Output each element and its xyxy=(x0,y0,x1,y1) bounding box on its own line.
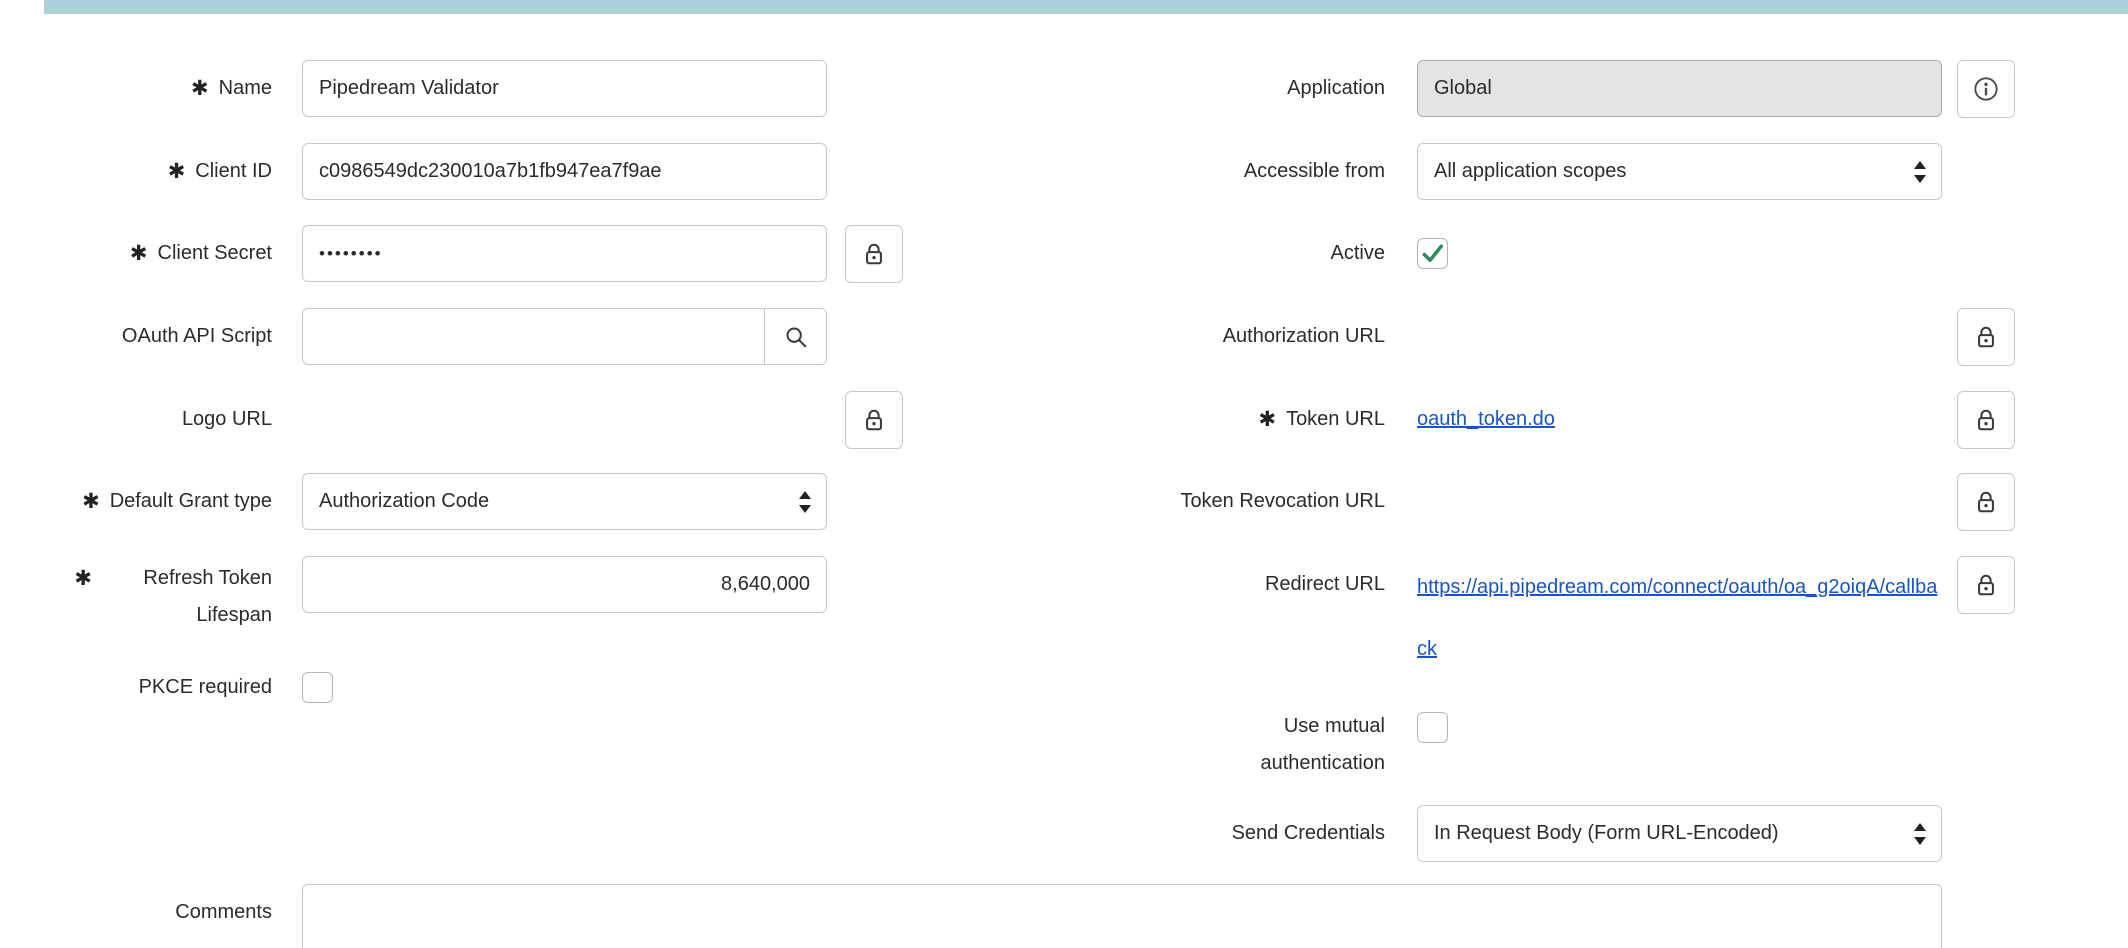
token-url-label: ✱ Token URL xyxy=(1030,391,1385,448)
label-text: Comments xyxy=(175,884,272,941)
required-asterisk-icon: ✱ xyxy=(1258,391,1276,448)
label-text: Active xyxy=(1331,238,1385,269)
checkmark-icon xyxy=(1418,239,1447,269)
required-asterisk-icon: ✱ xyxy=(191,60,209,117)
oauth-application-registry-form: ✱ Name ✱ Client ID ✱ Client Secret OAuth… xyxy=(0,0,2128,948)
send-credentials-select[interactable]: In Request Body (Form URL-Encoded) xyxy=(1417,805,1942,862)
required-asterisk-icon: ✱ xyxy=(82,473,100,530)
accessible-from-select[interactable]: All application scopes xyxy=(1417,143,1942,200)
lock-icon xyxy=(1974,407,1998,433)
label-text: Client ID xyxy=(195,143,272,200)
client-id-label: ✱ Client ID xyxy=(30,143,272,200)
label-text: Token URL xyxy=(1286,391,1385,448)
label-text: Logo URL xyxy=(182,391,272,448)
default-grant-type-select[interactable]: Authorization Code xyxy=(302,473,827,530)
application-label: Application xyxy=(1030,60,1385,117)
client-secret-label: ✱ Client Secret xyxy=(30,225,272,282)
select-value: Authorization Code xyxy=(319,490,489,513)
required-asterisk-icon: ✱ xyxy=(168,143,186,200)
updown-arrows-icon xyxy=(1913,822,1927,846)
label-text: Use mutual authentication xyxy=(1235,708,1385,782)
lock-icon xyxy=(1974,572,1998,598)
name-input[interactable] xyxy=(302,60,827,117)
oauth-api-script-field xyxy=(302,308,827,365)
lock-icon xyxy=(1974,489,1998,515)
token-revocation-url-lock-button[interactable] xyxy=(1957,473,2015,531)
client-id-input[interactable] xyxy=(302,143,827,200)
label-text: Redirect URL xyxy=(1265,556,1385,613)
select-value: In Request Body (Form URL-Encoded) xyxy=(1434,822,1779,845)
select-value: All application scopes xyxy=(1434,160,1626,183)
label-text: Authorization URL xyxy=(1223,308,1385,365)
info-icon xyxy=(1973,76,1999,102)
client-secret-lock-button[interactable] xyxy=(845,225,903,283)
updown-arrows-icon xyxy=(1913,160,1927,184)
token-url-link[interactable]: oauth_token.do xyxy=(1417,391,1555,448)
pkce-required-checkbox[interactable] xyxy=(302,672,333,703)
label-text: Name xyxy=(219,60,272,117)
required-asterisk-icon: ✱ xyxy=(130,225,148,282)
label-text: Default Grant type xyxy=(110,473,272,530)
token-url-lock-button[interactable] xyxy=(1957,391,2015,449)
label-text: Accessible from xyxy=(1244,143,1385,200)
token-revocation-url-label: Token Revocation URL xyxy=(1030,473,1385,530)
oauth-api-script-label: OAuth API Script xyxy=(30,308,272,365)
active-label: Active xyxy=(1030,238,1385,269)
accessible-from-label: Accessible from xyxy=(1030,143,1385,200)
pkce-required-label: PKCE required xyxy=(30,672,272,703)
lock-icon xyxy=(1974,324,1998,350)
application-info-button[interactable] xyxy=(1957,60,2015,118)
active-checkbox[interactable] xyxy=(1417,238,1448,269)
label-text: Client Secret xyxy=(158,225,273,282)
application-value: Global xyxy=(1434,77,1492,100)
authorization-url-label: Authorization URL xyxy=(1030,308,1385,365)
lock-icon xyxy=(862,241,886,267)
comments-textarea[interactable] xyxy=(302,884,1942,948)
lock-icon xyxy=(862,407,886,433)
default-grant-type-label: ✱ Default Grant type xyxy=(30,473,272,530)
updown-arrows-icon xyxy=(798,490,812,514)
label-text: Token Revocation URL xyxy=(1180,473,1385,530)
refresh-token-lifespan-label: ✱ Refresh Token Lifespan xyxy=(30,560,272,634)
redirect-url-link[interactable]: https://api.pipedream.com/connect/oauth/… xyxy=(1417,556,1942,680)
use-mutual-authentication-checkbox[interactable] xyxy=(1417,712,1448,743)
label-text: Refresh Token Lifespan xyxy=(102,560,272,634)
use-mutual-authentication-label: Use mutual authentication xyxy=(1030,708,1385,782)
search-icon xyxy=(784,325,808,349)
label-text: PKCE required xyxy=(139,672,272,703)
required-asterisk-icon: ✱ xyxy=(74,560,92,597)
refresh-token-lifespan-input[interactable] xyxy=(302,556,827,613)
logo-url-lock-button[interactable] xyxy=(845,391,903,449)
authorization-url-lock-button[interactable] xyxy=(1957,308,2015,366)
client-secret-input[interactable] xyxy=(302,225,827,282)
label-text: Send Credentials xyxy=(1232,805,1385,862)
logo-url-label: Logo URL xyxy=(30,391,272,448)
window-accent-bar xyxy=(44,0,2128,14)
oauth-api-script-search-button[interactable] xyxy=(764,309,826,364)
label-text: Application xyxy=(1287,60,1385,117)
send-credentials-label: Send Credentials xyxy=(1030,805,1385,862)
name-label: ✱ Name xyxy=(30,60,272,117)
redirect-url-label: Redirect URL xyxy=(1030,556,1385,613)
redirect-url-lock-button[interactable] xyxy=(1957,556,2015,614)
oauth-api-script-input[interactable] xyxy=(303,309,764,364)
comments-label: Comments xyxy=(30,884,272,941)
application-field: Global xyxy=(1417,60,1942,117)
label-text: OAuth API Script xyxy=(122,308,272,365)
